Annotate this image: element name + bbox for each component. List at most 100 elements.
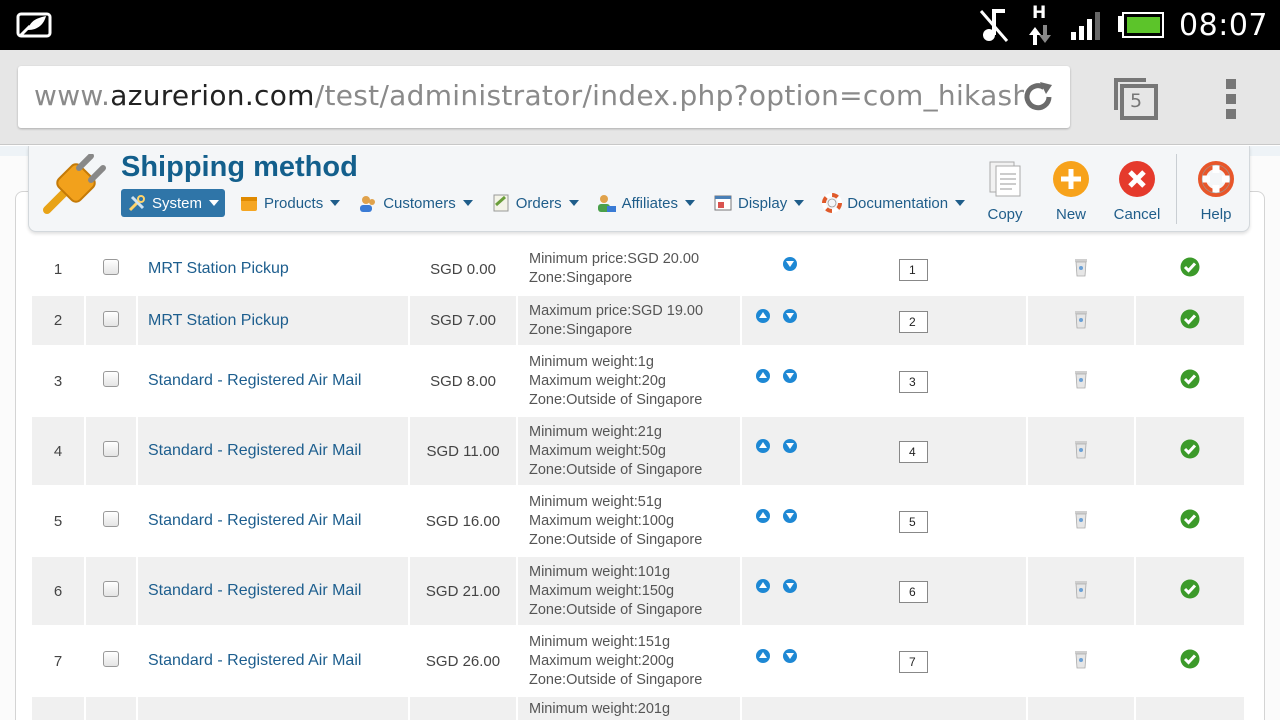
ordering-input[interactable]: 4 — [899, 441, 928, 463]
move-down-icon[interactable] — [783, 257, 797, 271]
restriction-line: Maximum weight:150g — [529, 582, 675, 599]
ordering-input[interactable]: 1 — [899, 259, 928, 281]
move-down-icon[interactable] — [783, 369, 797, 383]
move-down-icon[interactable] — [783, 439, 797, 453]
trash-icon[interactable] — [1074, 309, 1088, 329]
cancel-label: Cancel — [1113, 206, 1161, 223]
ordering-cell: 4 — [742, 417, 1026, 485]
shipping-method-name[interactable]: Standard - Registered Air Mail — [138, 417, 408, 485]
shipping-method-name[interactable]: Standard - Registered Air Mail — [138, 347, 408, 415]
url-text[interactable]: www.azurerion.com/test/administrator/ind… — [34, 79, 1024, 112]
action-toolbar: Copy New Cancel Help — [972, 146, 1249, 232]
table-row: 3 Standard - Registered Air Mail SGD 8.0… — [32, 347, 1244, 415]
row-checkbox[interactable] — [103, 259, 119, 275]
trash-icon[interactable] — [1074, 369, 1088, 389]
new-button[interactable]: New — [1038, 146, 1104, 232]
move-down-icon[interactable] — [783, 309, 797, 323]
published-check-icon[interactable] — [1180, 649, 1200, 669]
row-checkbox[interactable] — [103, 441, 119, 457]
row-checkbox[interactable] — [103, 581, 119, 597]
restriction-line: Maximum weight:50g — [529, 442, 666, 459]
published-check-icon[interactable] — [1180, 369, 1200, 389]
row-checkbox[interactable] — [103, 651, 119, 667]
menu-display[interactable]: Display — [709, 189, 808, 217]
menu-affiliates[interactable]: Affiliates — [593, 189, 699, 217]
delete-cell — [1028, 244, 1134, 294]
tab-switcher-button[interactable]: 5 — [1112, 74, 1160, 122]
page-title: Shipping method — [121, 151, 358, 183]
published-check-icon[interactable] — [1180, 579, 1200, 599]
menu-customers[interactable]: Customers — [354, 189, 477, 217]
move-down-icon[interactable] — [783, 579, 797, 593]
shipping-price: SGD 16.00 — [410, 487, 516, 555]
ordering-input[interactable]: 3 — [899, 371, 928, 393]
lifebuoy-help-icon — [1198, 161, 1234, 197]
address-bar[interactable]: www.azurerion.com/test/administrator/ind… — [18, 66, 1070, 128]
chevron-down-icon — [685, 200, 696, 206]
row-select-cell — [86, 487, 136, 555]
trash-icon[interactable] — [1074, 579, 1088, 599]
url-path: /test/administrator/index.php?option=com… — [314, 79, 1024, 112]
chevron-down-icon — [568, 200, 579, 206]
published-cell — [1136, 244, 1244, 294]
move-up-icon[interactable] — [756, 509, 770, 523]
published-check-icon[interactable] — [1180, 309, 1200, 329]
ordering-input[interactable]: 5 — [899, 511, 928, 533]
row-checkbox[interactable] — [103, 371, 119, 387]
copy-button[interactable]: Copy — [972, 146, 1038, 232]
data-arrows-icon — [1029, 25, 1052, 45]
plus-icon — [1053, 161, 1089, 197]
move-up-icon[interactable] — [756, 579, 770, 593]
shipping-table: 1 MRT Station Pickup SGD 0.00 Minimum pr… — [30, 242, 1246, 720]
shipping-method-name[interactable]: Standard - Registered Air Mail — [138, 627, 408, 695]
move-up-icon[interactable] — [756, 309, 770, 323]
chevron-down-icon — [794, 200, 805, 206]
clock: 08:07 — [1179, 7, 1268, 43]
browser-toolbar: www.azurerion.com/test/administrator/ind… — [0, 50, 1280, 145]
trash-icon[interactable] — [1074, 257, 1088, 277]
shipping-method-name[interactable]: Standard - Registered Air Mail — [138, 487, 408, 555]
ordering-controls: 4 — [742, 417, 1026, 485]
help-button[interactable]: Help — [1183, 146, 1249, 232]
move-up-icon[interactable] — [756, 439, 770, 453]
row-checkbox[interactable] — [103, 511, 119, 527]
shipping-method-name[interactable]: Standard - Registered Air Mail — [138, 557, 408, 625]
published-check-icon[interactable] — [1180, 509, 1200, 529]
ordering-input[interactable]: 2 — [899, 311, 928, 333]
move-down-icon[interactable] — [783, 649, 797, 663]
trash-icon[interactable] — [1074, 439, 1088, 459]
menu-products[interactable]: Products — [235, 189, 344, 217]
restriction-line: Zone:Outside of Singapore — [529, 601, 703, 618]
menu-products-label: Products — [264, 194, 324, 212]
signal-icon — [1071, 12, 1101, 40]
delete-cell — [1028, 487, 1134, 555]
published-check-icon[interactable] — [1180, 257, 1200, 277]
delete-cell — [1028, 347, 1134, 415]
lifebuoy-icon — [822, 193, 843, 213]
trash-icon[interactable] — [1074, 509, 1088, 529]
restriction-line: Minimum weight:101g — [529, 563, 671, 580]
overflow-menu-icon[interactable] — [1222, 77, 1242, 121]
close-icon — [1119, 161, 1155, 197]
move-up-icon[interactable] — [756, 369, 770, 383]
published-check-icon[interactable] — [1180, 439, 1200, 459]
shipping-method-name[interactable]: MRT Station Pickup — [138, 244, 408, 294]
move-down-icon[interactable] — [783, 509, 797, 523]
affiliates-icon — [597, 195, 616, 212]
menu-documentation[interactable]: Documentation — [818, 189, 969, 217]
menu-system[interactable]: System — [121, 189, 226, 217]
shipping-method-name[interactable] — [138, 697, 408, 720]
tools-icon — [128, 195, 145, 212]
ordering-input[interactable]: 6 — [899, 581, 928, 603]
row-checkbox[interactable] — [103, 310, 119, 327]
ordering-input[interactable]: 7 — [899, 651, 928, 673]
ordering-cell: 2 — [742, 296, 1026, 345]
reload-icon[interactable] — [1020, 79, 1056, 115]
trash-icon[interactable] — [1074, 649, 1088, 669]
menu-orders[interactable]: Orders — [487, 189, 583, 217]
row-select-cell — [86, 347, 136, 415]
restriction-line: Minimum weight:201g — [529, 701, 671, 717]
move-up-icon[interactable] — [756, 649, 770, 663]
shipping-method-name[interactable]: MRT Station Pickup — [138, 296, 408, 345]
cancel-button[interactable]: Cancel — [1104, 146, 1170, 232]
